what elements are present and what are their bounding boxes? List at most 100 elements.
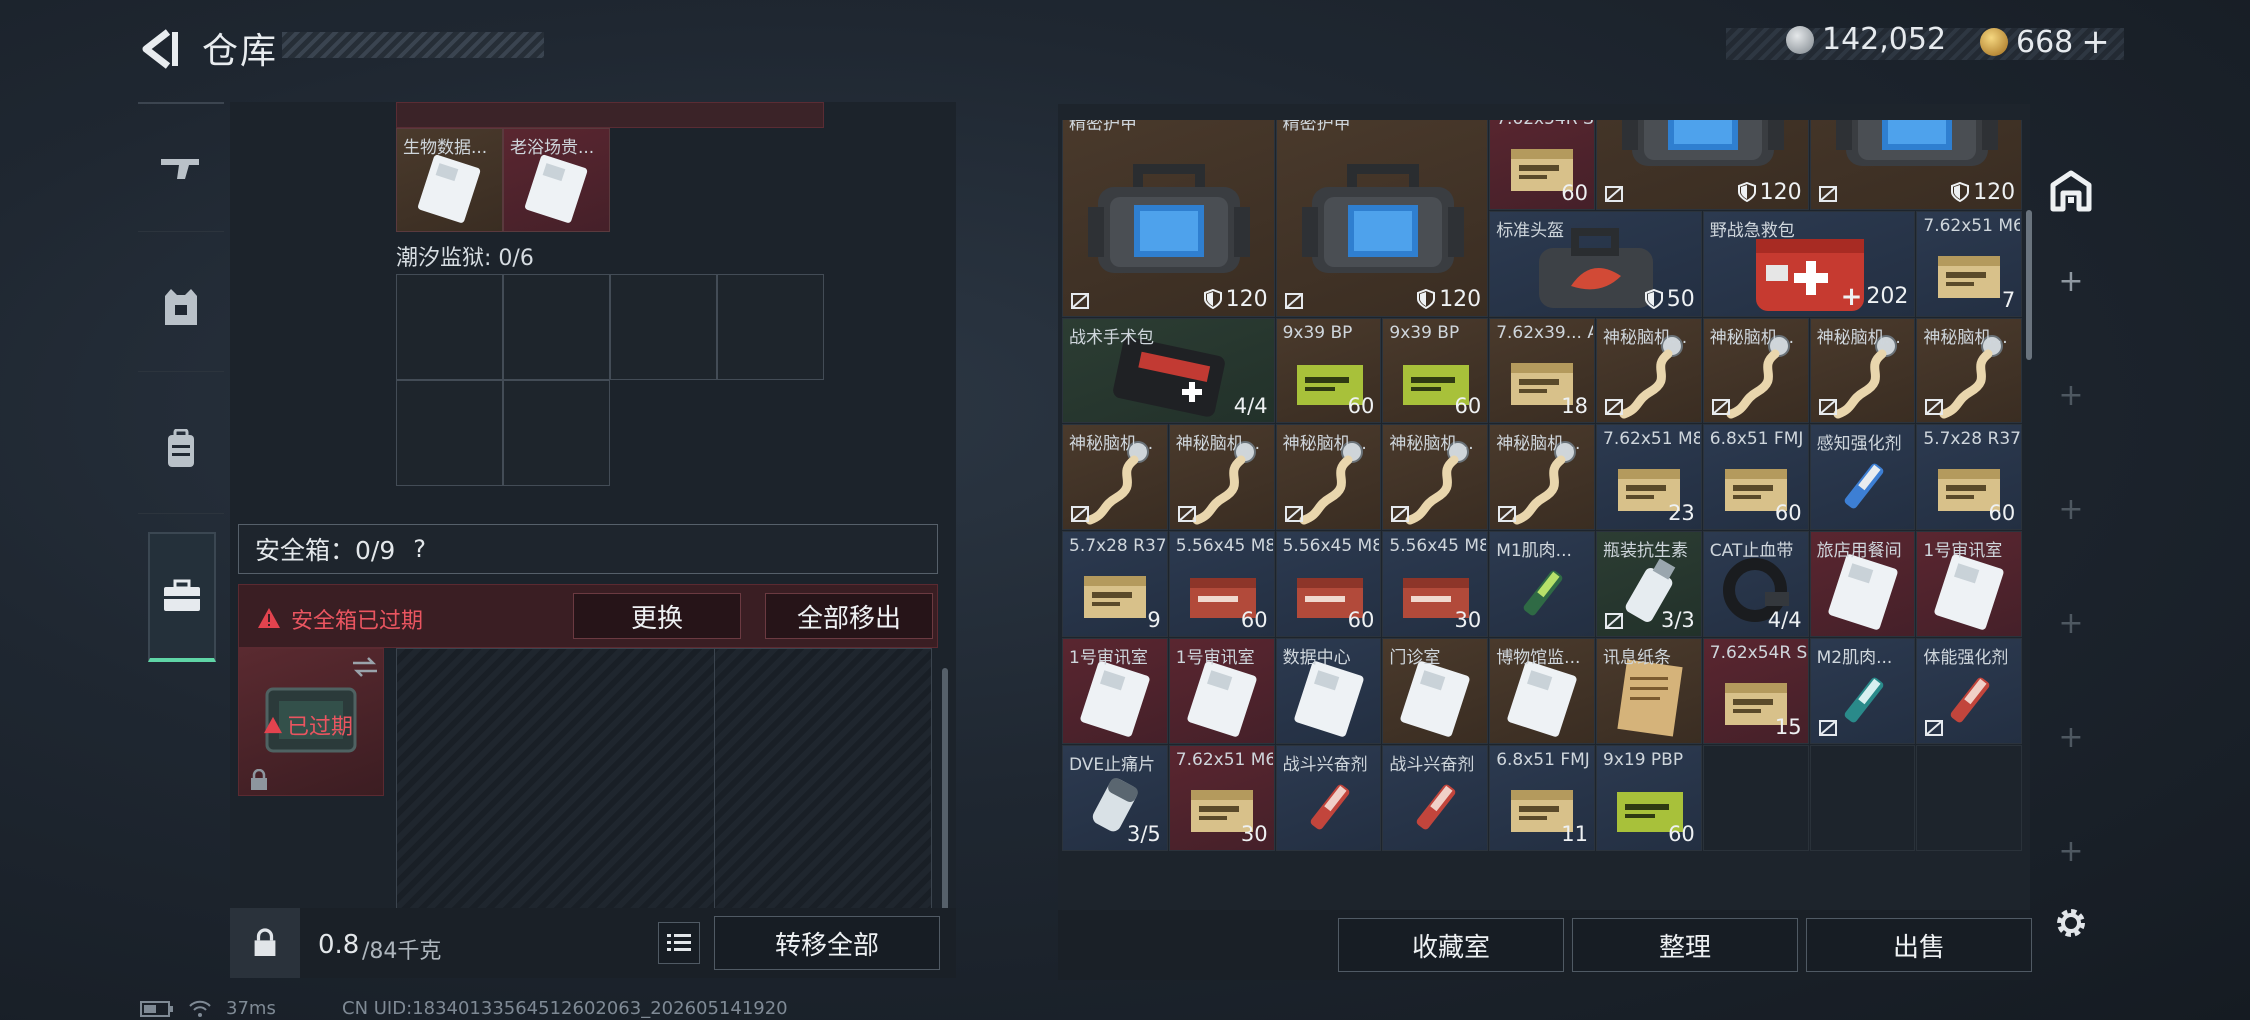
item-cell[interactable]: 神秘脑机... xyxy=(1489,424,1595,531)
right-scrollbar[interactable] xyxy=(2026,210,2032,360)
empty-cell[interactable] xyxy=(1809,744,1916,851)
item-cell[interactable]: 1号审讯室 xyxy=(1168,638,1275,744)
item-cell[interactable]: 精密护甲 120 xyxy=(1062,120,1275,317)
safebox-locked-grid xyxy=(396,648,932,911)
tab-weapons[interactable] xyxy=(138,102,224,232)
item-cell[interactable]: 战斗兴奋剂 xyxy=(1275,744,1382,851)
item-cell[interactable]: 9x39 BP 60 xyxy=(1275,317,1382,424)
sort-button[interactable]: 整理 xyxy=(1572,918,1798,972)
item-cell[interactable]: 讯息纸条 xyxy=(1596,638,1702,744)
item-cell[interactable]: 博物馆监... xyxy=(1489,638,1595,744)
safebox-item[interactable]: 生物数据... xyxy=(396,128,503,232)
item-cell[interactable]: 神秘脑机... xyxy=(1275,424,1382,531)
item-cell[interactable]: CAT止血带 4/4 xyxy=(1702,531,1809,637)
item-cell[interactable]: 120 xyxy=(1809,120,2023,210)
item-cell[interactable]: 战术手术包 4/4 xyxy=(1062,317,1275,424)
safebox-item[interactable]: 老浴场贵... xyxy=(503,128,610,232)
item-cell[interactable]: 标准头盔 50 xyxy=(1489,210,1702,317)
add-storage-page-3[interactable]: + xyxy=(2044,482,2098,536)
top-item-row-partial xyxy=(396,102,824,128)
item-cell[interactable]: 7.62x51 M62 7 xyxy=(1916,210,2023,317)
ammo-art xyxy=(1938,255,2001,298)
item-label: 精密护甲 xyxy=(1282,120,1351,134)
help-icon[interactable]: ? xyxy=(413,535,426,563)
item-cell[interactable]: 体能强化剂 xyxy=(1916,638,2023,744)
item-cell[interactable]: 神秘脑机... xyxy=(1596,317,1702,424)
item-cell[interactable]: 7.62x51 M61 30 xyxy=(1168,744,1275,851)
move-all-out-button[interactable]: 全部移出 xyxy=(765,593,933,639)
prison-slot[interactable] xyxy=(503,274,610,380)
item-cell[interactable]: 9x39 BP 60 xyxy=(1382,317,1489,424)
item-cell[interactable]: 5.56x45 M855 60 xyxy=(1275,531,1382,637)
prison-slot[interactable] xyxy=(396,380,503,486)
swap-icon[interactable] xyxy=(351,657,379,677)
durability: 50 xyxy=(1644,287,1695,312)
item-cell[interactable]: 5.7x28 R37.F 60 xyxy=(1916,424,2023,531)
gold-currency[interactable]: 668 + xyxy=(1980,22,2110,62)
item-cell[interactable]: 门诊室 xyxy=(1382,638,1489,744)
item-cell[interactable]: 7.62x54R SNB 60 xyxy=(1489,120,1595,210)
item-cell[interactable]: 5.7x28 R37.X 9 xyxy=(1062,531,1168,637)
add-storage-page-4[interactable]: + xyxy=(2044,596,2098,650)
transfer-all-button[interactable]: 转移全部 xyxy=(714,916,940,970)
item-cell[interactable]: M2肌肉... xyxy=(1809,638,1916,744)
item-label: 9x19 PBP xyxy=(1603,749,1684,770)
item-cell[interactable]: 7.62x54R SNB 15 xyxy=(1702,638,1809,744)
item-label: 神秘脑机... xyxy=(1069,434,1154,455)
item-cell[interactable]: 精密护甲 120 xyxy=(1275,120,1489,317)
durability: 120 xyxy=(1203,287,1268,312)
tab-safebox[interactable] xyxy=(148,532,216,662)
item-cell[interactable]: 9x19 PBP 60 xyxy=(1596,744,1702,851)
weight-lock-button[interactable] xyxy=(230,908,300,978)
item-cell[interactable]: 神秘脑机... xyxy=(1168,424,1275,531)
item-cell[interactable]: 5.56x45 M855 30 xyxy=(1382,531,1489,637)
item-cell[interactable]: DVE止痛片 3/5 xyxy=(1062,744,1168,851)
prison-slot[interactable] xyxy=(503,380,610,486)
prison-slot[interactable] xyxy=(717,274,824,380)
item-cell[interactable]: 神秘脑机... xyxy=(1809,317,1916,424)
tab-armor[interactable] xyxy=(138,242,224,372)
list-icon xyxy=(667,934,691,951)
back-button[interactable] xyxy=(138,26,184,72)
item-cell[interactable]: 神秘脑机... xyxy=(1702,317,1809,424)
settings-button[interactable] xyxy=(2044,896,2098,950)
item-cell[interactable]: 5.56x45 M855 60 xyxy=(1168,531,1275,637)
add-storage-page-6[interactable]: + xyxy=(2044,824,2098,878)
tab-backpack[interactable] xyxy=(138,384,224,514)
add-storage-page-2[interactable]: + xyxy=(2044,368,2098,422)
item-cell[interactable]: 神秘脑机... xyxy=(1382,424,1489,531)
item-cell[interactable]: 1号审讯室 xyxy=(1062,638,1168,744)
item-cell[interactable]: 7.62x39... AP SUB 18 xyxy=(1489,317,1595,424)
item-cell[interactable]: 120 xyxy=(1596,120,1809,210)
item-cell[interactable]: 神秘脑机... xyxy=(1916,317,2023,424)
replace-button[interactable]: 更换 xyxy=(573,593,741,639)
item-label: 5.56x45 M855 xyxy=(1175,536,1273,557)
item-cell[interactable]: M1肌肉... xyxy=(1489,531,1595,637)
prison-slot[interactable] xyxy=(610,274,717,380)
item-cell[interactable]: 数据中心 xyxy=(1275,638,1382,744)
add-gold-icon[interactable]: + xyxy=(2081,22,2110,62)
add-storage-page-1[interactable]: + xyxy=(2044,254,2098,308)
item-cell[interactable]: 神秘脑机... xyxy=(1062,424,1168,531)
item-cell[interactable]: 1号审讯室 xyxy=(1916,531,2023,637)
item-cell[interactable]: 6.8x51 FMJ 60 xyxy=(1702,424,1809,531)
item-cell[interactable]: 7.62x51 M80 23 xyxy=(1596,424,1702,531)
safebox-slot[interactable]: 已过期 xyxy=(238,648,384,796)
left-scrollbar[interactable] xyxy=(942,668,948,912)
item-cell[interactable]: 6.8x51 FMJ 11 xyxy=(1489,744,1595,851)
backpack-icon xyxy=(168,428,194,467)
sell-button[interactable]: 出售 xyxy=(1806,918,2032,972)
prison-slot[interactable] xyxy=(396,274,503,380)
empty-cell[interactable] xyxy=(1916,744,2023,851)
item-cell[interactable]: 战斗兴奋剂 xyxy=(1382,744,1489,851)
item-cell[interactable]: 旅店用餐间 xyxy=(1809,531,1916,637)
list-view-button[interactable] xyxy=(658,922,700,964)
storage-main-tab[interactable] xyxy=(2044,164,2098,218)
item-cell[interactable]: 感知强化剂 xyxy=(1809,424,1916,531)
add-storage-page-5[interactable]: + xyxy=(2044,710,2098,764)
item-cell[interactable]: 野战急救包 +202 xyxy=(1702,210,1916,317)
collection-room-button[interactable]: 收藏室 xyxy=(1338,918,1564,972)
item-cell[interactable]: 瓶装抗生素 3/3 xyxy=(1596,531,1702,637)
item-count: 11 xyxy=(1561,821,1588,846)
empty-cell[interactable] xyxy=(1702,744,1809,851)
